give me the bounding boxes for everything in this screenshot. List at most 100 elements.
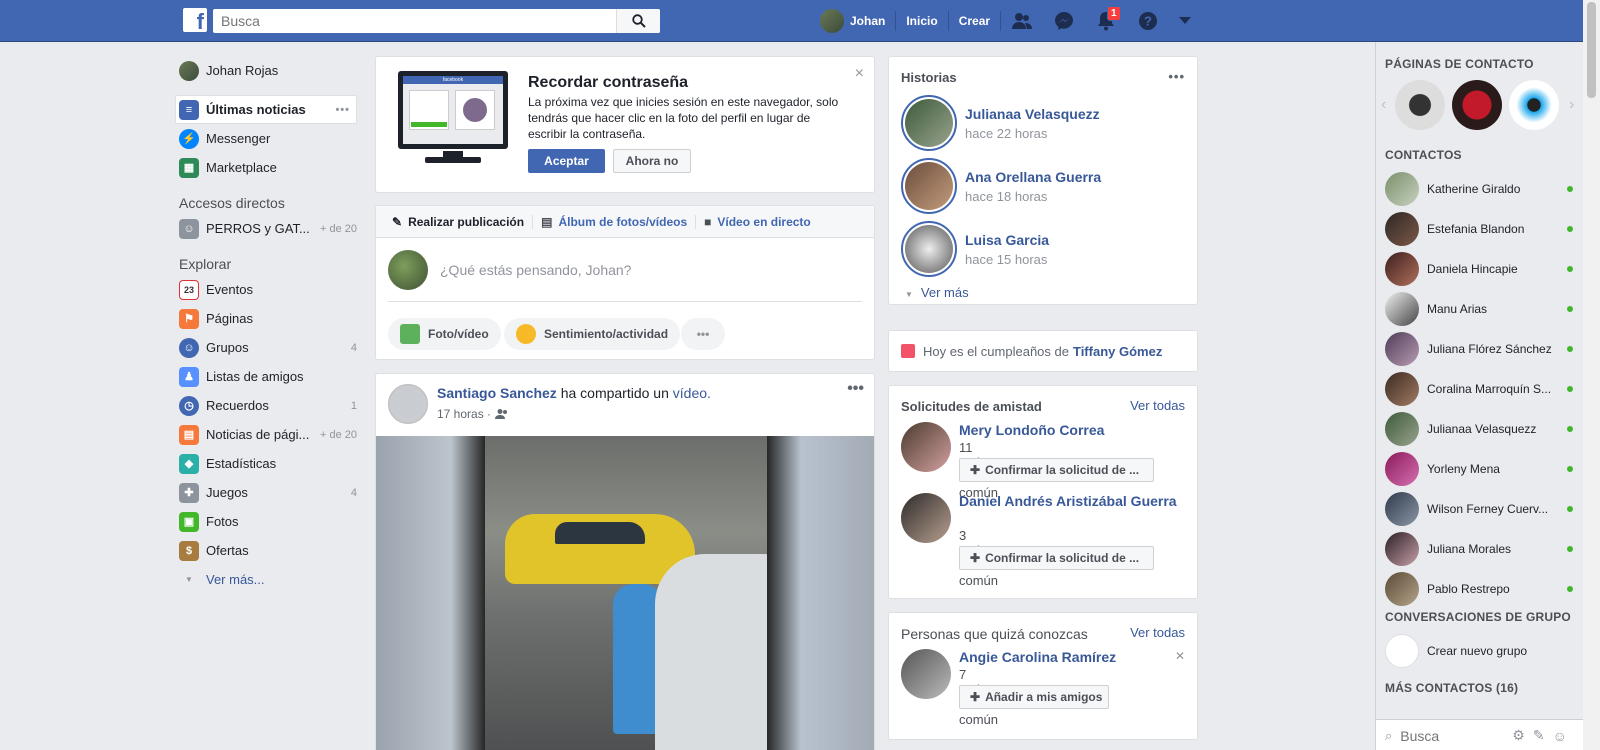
avatar[interactable] (901, 493, 951, 543)
gear-icon[interactable]: ⚙ (1512, 727, 1525, 744)
see-all-link[interactable]: Ver todas (1130, 398, 1185, 413)
story-item[interactable]: Julianaa Velasquezz hace 22 horas (901, 95, 1100, 151)
contact-item[interactable]: Julianaa Velasquezz (1385, 412, 1575, 446)
see-more-link[interactable]: ▼ Ver más (905, 285, 969, 300)
more-options-icon[interactable]: ••• (847, 380, 864, 398)
contact-item[interactable]: Pablo Restrepo (1385, 572, 1575, 606)
compose-icon[interactable]: ✎ (1533, 727, 1545, 744)
sidebar-item-profile[interactable]: Johan Rojas (179, 56, 363, 85)
sidebar-item-label: Últimas noticias (206, 102, 306, 117)
profile-link[interactable]: Johan (810, 0, 895, 42)
sidebar-item-offers[interactable]: $ Ofertas (179, 536, 363, 565)
tab-create-post[interactable]: ✎ Realizar publicación (384, 214, 534, 229)
feeling-activity-button[interactable]: Sentimiento/actividad (504, 318, 681, 350)
friend-requests-button[interactable] (1001, 0, 1043, 42)
not-now-button[interactable]: Ahora no (613, 149, 691, 173)
request-name[interactable]: Daniel Andrés Aristizábal Guerra (959, 493, 1179, 510)
confirm-request-button[interactable]: ✚ Confirmar la solicitud de ... (959, 458, 1154, 482)
contact-item[interactable]: Wilson Ferney Cuerv... (1385, 492, 1575, 526)
contact-name: Yorleny Mena (1427, 462, 1500, 476)
suggestion-name[interactable]: Angie Carolina Ramírez (959, 649, 1179, 666)
birthday-card[interactable]: Hoy es el cumpleaños de Tiffany Gómez (888, 330, 1198, 372)
video-player[interactable] (376, 436, 874, 750)
help-button[interactable]: ? (1127, 0, 1169, 42)
page-scrollbar[interactable] (1583, 0, 1600, 750)
contact-item[interactable]: Estefania Blandon (1385, 212, 1575, 246)
contact-page-avatar[interactable] (1509, 80, 1559, 130)
confirm-request-button[interactable]: ✚ Confirmar la solicitud de ... (959, 546, 1154, 570)
notifications-button[interactable]: 1 (1085, 0, 1127, 42)
online-status-dot (1567, 346, 1573, 352)
more-contacts-heading[interactable]: MÁS CONTACTOS (16) (1385, 681, 1518, 695)
chevron-left-icon[interactable]: ‹ (1381, 96, 1386, 114)
sidebar-item-messenger[interactable]: ⚡ Messenger (179, 124, 363, 153)
composer-placeholder[interactable]: ¿Qué estás pensando, Johan? (440, 262, 631, 278)
contact-item[interactable]: Daniela Hincapie (1385, 252, 1575, 286)
contact-item[interactable]: Katherine Giraldo (1385, 172, 1575, 206)
facebook-logo-icon[interactable]: f (183, 8, 207, 32)
story-item[interactable]: Luisa Garcia hace 15 horas (901, 221, 1049, 277)
sidebar-item-groups[interactable]: ☺ Grupos 4 (179, 333, 363, 362)
tab-live-video[interactable]: ■ Vídeo en directo (696, 215, 819, 229)
composer-input-area[interactable]: ¿Qué estás pensando, Johan? (388, 250, 862, 302)
sidebar-item-marketplace[interactable]: ▦ Marketplace (179, 153, 363, 182)
see-all-link[interactable]: Ver todas (1130, 625, 1185, 640)
top-navigation-bar: f Johan Inicio Crear 1 ? (0, 0, 1600, 42)
dismiss-icon[interactable]: ✕ (1175, 649, 1185, 663)
birthday-name[interactable]: Tiffany Gómez (1073, 344, 1162, 359)
contact-page-avatar[interactable] (1452, 80, 1502, 130)
close-icon[interactable]: × (855, 65, 864, 83)
more-options-icon[interactable]: ••• (681, 318, 725, 350)
contact-item[interactable]: Juliana Flórez Sánchez (1385, 332, 1575, 366)
sidebar-item-news-feed[interactable]: ≡ Últimas noticias ••• (175, 95, 357, 124)
story-item[interactable]: Ana Orellana Guerra hace 18 horas (901, 158, 1101, 214)
request-name[interactable]: Mery Londoño Correa (959, 422, 1179, 439)
search-button[interactable] (616, 9, 660, 33)
monitor-base (425, 157, 481, 163)
tab-photo-album[interactable]: ▤ Álbum de fotos/vídeos (533, 214, 697, 229)
friends-audience-icon[interactable] (495, 408, 509, 420)
avatar[interactable] (901, 649, 951, 699)
create-group-button[interactable]: Crear nuevo grupo (1385, 634, 1575, 668)
avatar[interactable] (901, 422, 951, 472)
chevron-right-icon[interactable]: › (1569, 96, 1574, 114)
sidebar-item-pages-feed[interactable]: ▤ Noticias de pági... + de 20 (179, 420, 363, 449)
contact-item[interactable]: Yorleny Mena (1385, 452, 1575, 486)
search-input[interactable] (213, 9, 613, 33)
sidebar-item-games[interactable]: ✚ Juegos 4 (179, 478, 363, 507)
post-object-link[interactable]: vídeo. (673, 385, 711, 401)
sidebar-item-events[interactable]: 23 Eventos (179, 275, 363, 304)
sidebar-item-shortcut[interactable]: ☺ PERROS y GAT... + de 20 (179, 214, 363, 243)
avatar[interactable] (388, 384, 428, 424)
contact-item[interactable]: Juliana Morales (1385, 532, 1575, 566)
sidebar-item-insights[interactable]: ◆ Estadísticas (179, 449, 363, 478)
scrollbar-thumb[interactable] (1587, 2, 1596, 98)
contact-item[interactable]: Manu Arias (1385, 292, 1575, 326)
post-time[interactable]: 17 horas · (437, 407, 491, 421)
chat-search-input[interactable] (1400, 727, 1501, 744)
accept-button[interactable]: Aceptar (528, 149, 605, 173)
new-group-icon[interactable]: ☺ (1553, 728, 1567, 744)
create-link[interactable]: Crear (949, 0, 1000, 42)
contact-page-avatar[interactable] (1395, 80, 1445, 130)
post-author[interactable]: Santiago Sanchez (437, 385, 557, 401)
contact-item[interactable]: Coralina Marroquín S... (1385, 372, 1575, 406)
home-link[interactable]: Inicio (896, 0, 947, 42)
sidebar-item-friend-lists[interactable]: ♟ Listas de amigos (179, 362, 363, 391)
more-options-icon[interactable]: ••• (1168, 69, 1185, 84)
story-ring (901, 158, 957, 214)
group-icon: ☺ (179, 218, 199, 239)
avatar (388, 250, 428, 290)
monitor-illustration: facebook (398, 71, 508, 163)
see-more-link[interactable]: ▼ Ver más... (179, 565, 363, 594)
messenger-button[interactable] (1043, 0, 1085, 42)
avatar (1385, 532, 1419, 566)
account-menu-button[interactable] (1169, 0, 1201, 42)
photo-video-button[interactable]: Foto/vídeo (388, 318, 501, 350)
sidebar-item-pages[interactable]: ⚑ Páginas (179, 304, 363, 333)
more-options-icon[interactable]: ••• (335, 104, 350, 116)
sidebar-item-memories[interactable]: ◷ Recuerdos 1 (179, 391, 363, 420)
sidebar-item-label: Juegos (206, 485, 248, 500)
sidebar-item-photos[interactable]: ▣ Fotos (179, 507, 363, 536)
add-friend-button[interactable]: ✚ Añadir a mis amigos (959, 685, 1109, 709)
